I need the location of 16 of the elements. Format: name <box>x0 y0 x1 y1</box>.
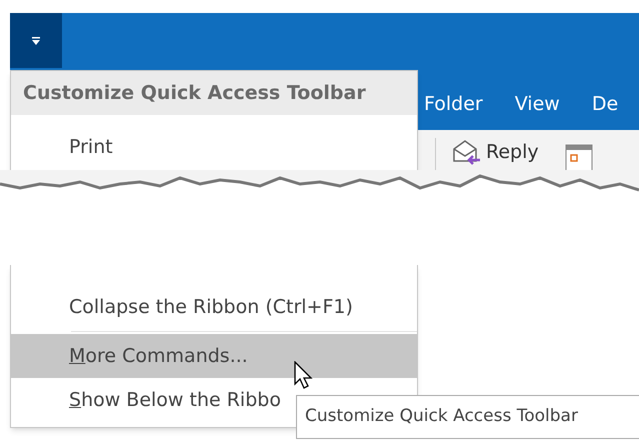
quick-access-dropdown-button[interactable] <box>10 13 62 68</box>
ribbon-tab[interactable]: View <box>514 90 560 118</box>
dropdown-icon <box>31 36 41 46</box>
tooltip: Customize Quick Access Toolbar <box>296 395 639 439</box>
menu-item-label: More Commands... <box>69 344 248 369</box>
menu-item[interactable]: More Commands... <box>11 334 417 378</box>
envelope-arrow-icon <box>452 139 482 166</box>
ribbon-tab[interactable]: De <box>592 90 618 118</box>
menu-item-label: Print <box>69 134 113 160</box>
menu-item-label: Collapse the Ribbon (Ctrl+F1) <box>69 294 353 320</box>
menu-title: Customize Quick Access Toolbar <box>11 71 417 115</box>
ribbon-tab[interactable]: Folder <box>424 90 483 118</box>
reply-button[interactable]: Reply <box>452 138 539 166</box>
menu-item[interactable]: Collapse the Ribbon (Ctrl+F1) <box>11 285 417 329</box>
mouse-pointer-icon <box>294 361 314 389</box>
menu-item[interactable]: Print <box>11 125 417 169</box>
